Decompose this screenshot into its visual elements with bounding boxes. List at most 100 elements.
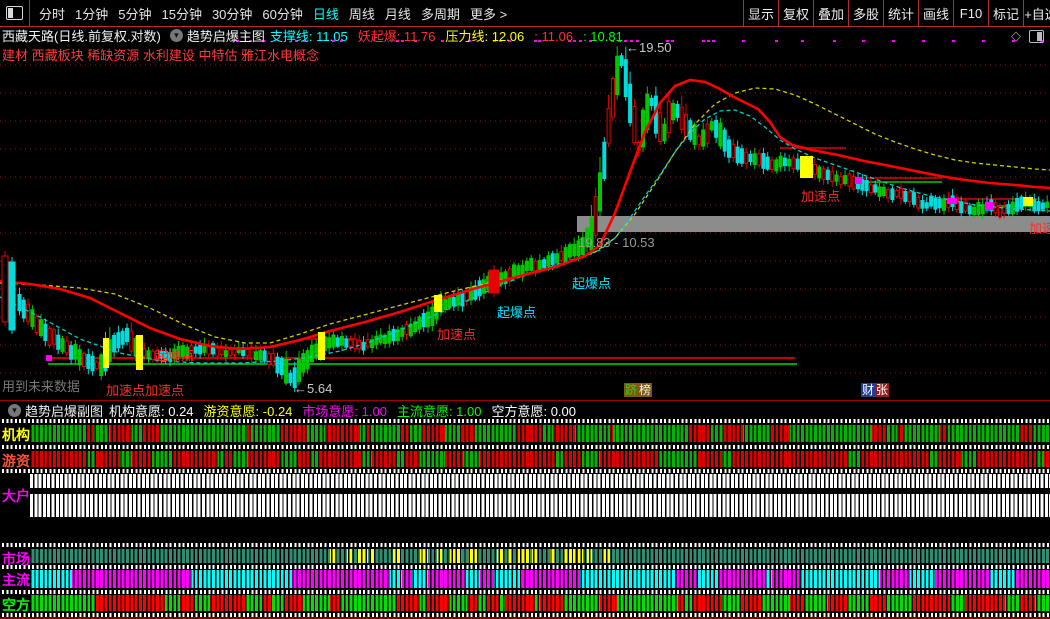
value-空方意愿: 空方意愿: 0.00 <box>491 403 576 419</box>
tab-5分钟[interactable]: 5分钟 <box>113 4 156 23</box>
row-segment <box>690 425 710 442</box>
toolbar-button-F10[interactable]: F10 <box>953 0 988 26</box>
candle-body <box>834 174 839 182</box>
candle-body <box>752 153 757 166</box>
candle-body <box>735 146 740 164</box>
candle-body <box>757 153 762 166</box>
toolbar-button-+自选[interactable]: +自选 <box>1023 0 1050 26</box>
candle-body <box>864 179 869 192</box>
chart-annotation: 加速点 <box>801 189 841 204</box>
candle-body <box>94 361 99 370</box>
tick-row <box>2 590 1050 594</box>
event-badge-char: 财 <box>861 383 876 397</box>
tab-60分钟[interactable]: 60分钟 <box>257 4 307 23</box>
tab-15分钟[interactable]: 15分钟 <box>156 4 206 23</box>
tick-row <box>2 469 1050 473</box>
tab-分时[interactable]: 分时 <box>34 4 70 23</box>
row-segment <box>770 425 790 442</box>
candle-body <box>284 358 289 384</box>
toolbar-button-多股[interactable]: 多股 <box>848 0 883 26</box>
row-segment <box>110 425 132 442</box>
candle-body <box>916 196 921 209</box>
tab-更多 >[interactable]: 更多 > <box>465 4 512 23</box>
row-segment <box>532 549 537 563</box>
candle-body <box>82 352 86 367</box>
chart-title-bar: 西藏天路(日线.前复权.对数) ▾ 趋势启爆主图 支撑线: 11.05 妖起爆: … <box>2 27 633 44</box>
candle-body <box>709 121 714 131</box>
toolbar-button-统计[interactable]: 统计 <box>883 0 918 26</box>
tab-日线[interactable]: 日线 <box>308 4 344 23</box>
candle-body <box>142 348 147 357</box>
tab-30分钟[interactable]: 30分钟 <box>207 4 257 23</box>
candle-body <box>550 253 555 265</box>
candle-body <box>51 329 56 345</box>
row-segment <box>425 595 450 611</box>
event-badge[interactable]: 跻榜 <box>624 383 653 397</box>
candle-body <box>1 255 9 323</box>
row-segment <box>292 570 390 588</box>
candle-body <box>679 106 684 130</box>
row-segment <box>508 549 513 563</box>
candle-body <box>610 77 615 118</box>
row-band-shichang <box>30 549 1050 563</box>
subchart-values: 机构意愿: 0.24 游资意愿: -0.24 市场意愿: 1.00 主流意愿: 1.0… <box>109 401 586 420</box>
candle-body <box>761 153 766 169</box>
toolbar-button-标记[interactable]: 标记 <box>988 0 1023 26</box>
tab-周线[interactable]: 周线 <box>344 4 380 23</box>
panel-layout-icon[interactable] <box>1029 29 1044 43</box>
signal-dot <box>922 40 925 42</box>
tab-1分钟[interactable]: 1分钟 <box>70 4 113 23</box>
chart-annotation: 加速点 <box>1029 221 1050 236</box>
row-segment <box>965 595 1005 611</box>
candle-body <box>21 299 26 319</box>
stock-title: 西藏天路(日线.前复权.对数) <box>2 29 161 44</box>
tab-多周期[interactable]: 多周期 <box>416 4 465 23</box>
candle-body <box>1036 201 1041 212</box>
toolbar-buttons: 显示复权叠加多股统计画线F10标记+自选 <box>743 0 1050 26</box>
row-segment <box>358 549 368 563</box>
title-right-icons: ◇ <box>1011 28 1044 44</box>
chart-annotation: 19.83 - 10.53 <box>578 235 655 250</box>
candle-body <box>649 97 654 107</box>
candle-body <box>886 189 891 199</box>
diamond-icon[interactable]: ◇ <box>1011 28 1021 44</box>
candle-body <box>47 327 52 346</box>
candle-body <box>331 334 336 348</box>
tab-月线[interactable]: 月线 <box>380 4 416 23</box>
candle-body <box>555 253 559 264</box>
row-segment <box>897 425 903 442</box>
toolbar-button-叠加[interactable]: 叠加 <box>813 0 848 26</box>
candle-body <box>352 338 357 349</box>
candle-body <box>533 260 538 273</box>
row-segment <box>232 451 248 467</box>
candle-body <box>765 156 770 170</box>
window-split-icon[interactable] <box>6 6 23 20</box>
signal-candle-yellow <box>103 338 109 368</box>
row-segment <box>880 570 910 588</box>
row-segment <box>282 451 298 467</box>
row-segment <box>540 595 563 611</box>
toolbar-button-显示[interactable]: 显示 <box>743 0 778 26</box>
candle-body <box>443 298 448 311</box>
candle-body <box>937 198 942 209</box>
toolbar-button-画线[interactable]: 画线 <box>918 0 953 26</box>
event-badge[interactable]: 财张 <box>861 383 890 397</box>
candle-body <box>150 350 155 360</box>
value-妖起爆: 妖起爆: 11.76 <box>357 29 436 44</box>
value-主流意愿: 主流意愿: 1.00 <box>396 403 482 419</box>
candle-body <box>959 201 964 214</box>
chevron-circle-icon[interactable]: ▾ <box>8 403 21 417</box>
candle-body <box>924 202 929 209</box>
toolbar-button-复权[interactable]: 复权 <box>778 0 813 26</box>
candle-body <box>692 124 697 145</box>
candle-body <box>120 330 125 345</box>
candle-body <box>64 340 69 354</box>
row-segment <box>218 451 223 467</box>
candle-body <box>90 355 95 372</box>
row-segment <box>660 451 698 467</box>
candle-body <box>447 296 452 308</box>
row-segment <box>563 549 575 563</box>
chevron-circle-icon[interactable]: ▾ <box>169 29 183 42</box>
candle-body <box>365 339 370 348</box>
signal-mark-magenta <box>947 198 957 204</box>
